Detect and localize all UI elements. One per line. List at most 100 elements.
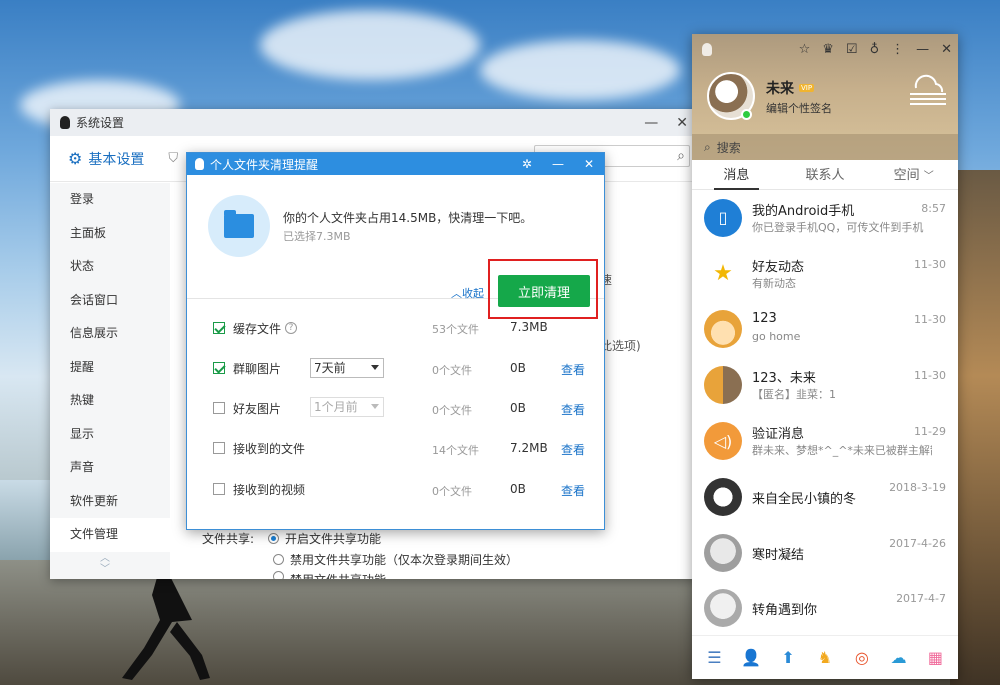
row-label: 群聊图片 [233,361,282,376]
star-icon[interactable]: ☆ [799,42,811,57]
row-label: 接收到的文件 [233,441,306,456]
browser-icon[interactable]: ◎ [852,648,872,668]
folder-cleanup-popup: 个人文件夹清理提醒 ✲ — ✕ 你的个人文件夹占用14.5MB，快清理一下吧。 … [186,152,605,530]
sidebar-item-status[interactable]: 状态 [50,250,170,284]
conv-time: 2017-4-7 [896,592,946,606]
add-friend-icon[interactable]: 👤 [741,648,761,668]
conv-time: 2017-4-26 [889,536,946,550]
row-size: 7.2MB [510,441,548,455]
view-link[interactable]: 查看 [561,482,585,499]
task-icon[interactable]: ☑ [846,42,858,57]
skin-icon[interactable]: ♛ [822,42,834,57]
popup-summary: 你的个人文件夹占用14.5MB，快清理一下吧。 已选择7.3MB 立即清理 ︿收… [187,175,604,319]
qq-main-panel: ☆ ♛ ☑ ♁ ⋮ — ✕ 未来 VIP 编辑个性签名 ⌕ 搜索 消息 联系人 … [692,34,958,679]
list-item[interactable]: 123 go home 11-30 [692,302,958,358]
list-item[interactable]: 123、未来 【匿名】韭菜：1 11-30 [692,357,958,413]
file-share-option-disable-session: 禁用文件共享功能（仅本次登录期间生效） [273,551,518,568]
menu-icon[interactable]: ☰ [704,648,724,668]
checkbox-received-files[interactable] [213,442,225,454]
view-link[interactable]: 查看 [561,441,585,458]
radio-disable-share[interactable] [273,571,284,579]
sidebar-item-chat-window[interactable]: 会话窗口 [50,284,170,318]
gear-icon: ⚙ [68,149,83,168]
collapse-link[interactable]: ︿收起 [451,285,484,301]
shield-icon[interactable]: ⛉ [168,151,178,166]
checkbox-received-videos[interactable] [213,483,225,495]
sidebar-scroll-arrows[interactable]: ︿ ﹀ [100,553,110,575]
tab-basic-label: 基本设置 [88,151,145,168]
minimize-icon[interactable]: — [644,115,658,131]
list-item[interactable]: ▯ 我的Android手机 你已登录手机QQ，可传文件到手机 8:57 [692,190,958,246]
list-item[interactable]: 转角遇到你 2017-4-7 [692,581,958,637]
app-center-icon[interactable]: ▦ [925,648,945,668]
sidebar-item-display[interactable]: 显示 [50,418,170,452]
row-count: 53个文件 [432,323,479,336]
game-icon[interactable]: ♞ [815,648,835,668]
popup-minimize-icon[interactable]: — [552,157,564,171]
tab-messages[interactable]: 消息 [692,164,781,190]
reward-icon[interactable]: ♁ [870,42,880,57]
row-count: 14个文件 [432,444,479,457]
tab-qzone-label: 空间 [893,168,920,183]
more-icon[interactable]: ⋮ [891,42,904,57]
conv-name: 转角遇到你 [752,603,818,619]
row-group-images: 群聊图片 [213,358,281,378]
list-item[interactable]: ★ 好友动态 有新动态 11-30 [692,246,958,302]
settings-sidebar: 登录 主面板 状态 会话窗口 信息展示 提醒 热键 显示 声音 软件更新 文件管… [50,183,170,579]
weather-cloud-icon[interactable] [908,74,948,108]
cartoon-avatar [704,310,742,349]
list-item[interactable]: 来自全民小镇的冬 2018-3-19 [692,469,958,525]
checkbox-group-images[interactable] [213,362,225,374]
clean-now-button[interactable]: 立即清理 [498,275,590,307]
popup-close-icon[interactable]: ✕ [584,157,594,171]
search-icon: ⌕ [677,148,685,164]
sidebar-item-sound[interactable]: 声音 [50,451,170,485]
nickname-text: 未来 [766,81,794,97]
chevron-up-icon: ︿ [451,287,462,300]
popup-settings-icon[interactable]: ✲ [522,157,532,171]
radio-enable-share[interactable] [268,533,280,544]
search-input[interactable]: ⌕ 搜索 [692,134,958,160]
sidebar-item-hotkeys[interactable]: 热键 [50,384,170,418]
cloud-icon[interactable]: ☁ [889,648,909,668]
list-item[interactable]: ◁) 验证消息 群未来、梦想*^_^*未来已被群主解散 11-29 [692,413,958,469]
sidebar-item-reminder[interactable]: 提醒 [50,351,170,385]
friend-images-age-dropdown: 1个月前 [310,397,384,417]
conv-time: 11-29 [914,425,946,439]
group-images-age-dropdown[interactable]: 7天前 [310,358,384,378]
close-icon[interactable]: ✕ [676,115,688,131]
qq-tabs: 消息 联系人 空间 ﹀ [692,160,958,190]
signature[interactable]: 编辑个性签名 [766,100,832,116]
conv-preview: 你已登录手机QQ，可传文件到手机 [752,220,924,234]
close-icon[interactable]: ✕ [941,42,952,57]
tab-qzone[interactable]: 空间 ﹀ [869,164,958,189]
group-avatar [704,366,742,405]
sidebar-item-file-management[interactable]: 文件管理 [50,518,170,552]
bg-text-fragment-2: 此选项) [600,339,641,353]
tab-contacts[interactable]: 联系人 [781,164,870,189]
sidebar-item-login[interactable]: 登录 [50,183,170,217]
vip-badge[interactable]: VIP [799,84,815,92]
conv-name: 好友动态 [752,259,805,275]
sidebar-item-main-panel[interactable]: 主面板 [50,217,170,251]
list-item[interactable]: 寒时凝结 2017-4-26 [692,525,958,581]
checkbox-cache-files[interactable] [213,322,225,334]
checkbox-friend-images[interactable] [213,402,225,414]
tab-basic-settings[interactable]: ⚙ 基本设置 [68,149,144,169]
sidebar-item-software-update[interactable]: 软件更新 [50,485,170,519]
sidebar-item-info-display[interactable]: 信息展示 [50,317,170,351]
conv-name: 验证消息 [752,427,805,443]
dog-avatar [704,477,742,516]
qq-logo-icon [702,42,712,56]
settings-title: 系统设置 [76,116,125,130]
popup-title: 个人文件夹清理提醒 [210,157,319,172]
help-icon[interactable]: ? [285,322,298,334]
view-link[interactable]: 查看 [561,361,585,378]
conv-time: 11-30 [914,257,946,271]
minimize-icon[interactable]: — [916,42,929,57]
radio-disable-share-session[interactable] [273,554,284,565]
view-link[interactable]: 查看 [561,401,585,418]
file-transfer-icon[interactable]: ⬆ [778,648,798,668]
online-status-icon[interactable] [741,109,752,120]
qq-penguin-icon [195,158,204,170]
